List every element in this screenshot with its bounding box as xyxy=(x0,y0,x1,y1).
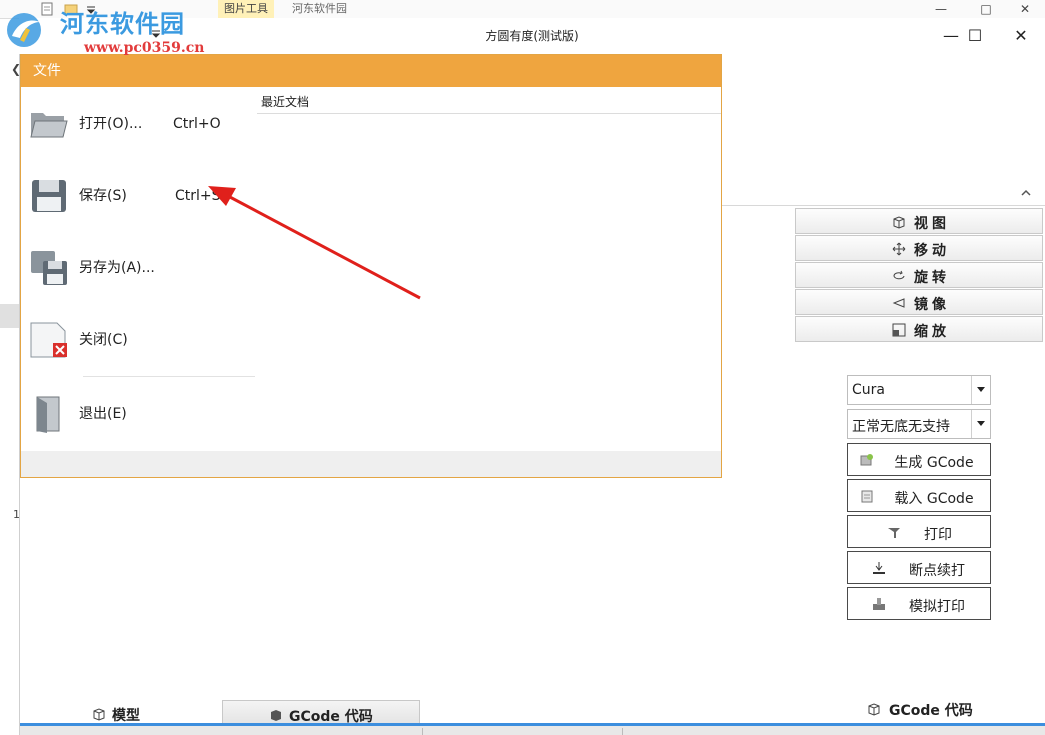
menu-item-open[interactable]: 打开(O)... Ctrl+O xyxy=(21,95,257,153)
menu-item-save-shortcut: Ctrl+S xyxy=(175,188,221,204)
file-menu-footer xyxy=(21,451,721,477)
outer-maximize-button[interactable]: □ xyxy=(966,0,1006,18)
cube-icon xyxy=(868,703,880,716)
mirror-button-label: 镜像 xyxy=(914,297,950,313)
menu-item-save-as-label: 另存为(A)... xyxy=(79,260,155,276)
file-menu-panel: 文件 打开(O)... Ctrl+O 保存(S) Ctrl+S 另存为(A)..… xyxy=(20,54,722,478)
rotate-button[interactable]: 旋转 xyxy=(795,262,1043,288)
print-button[interactable]: 打印 xyxy=(847,515,991,548)
scale-icon xyxy=(892,323,906,337)
file-menu-header: 文件 xyxy=(21,55,721,87)
outer-minimize-button[interactable]: — xyxy=(921,0,961,18)
slicer-select[interactable]: Cura xyxy=(847,375,991,405)
close-document-icon xyxy=(30,322,67,358)
menu-item-close-label: 关闭(C) xyxy=(79,332,128,348)
menu-item-exit-label: 退出(E) xyxy=(79,406,127,422)
menu-item-open-label: 打开(O)... xyxy=(79,116,143,132)
move-button-label: 移动 xyxy=(914,243,950,259)
menu-item-save[interactable]: 保存(S) Ctrl+S xyxy=(21,167,257,225)
load-gcode-label: 载入 GCode xyxy=(894,491,974,507)
floppy-disk-icon xyxy=(32,180,66,212)
view-button-label: 视图 xyxy=(914,216,950,232)
cube-icon xyxy=(93,708,105,721)
outer-site-name: 河东软件园 xyxy=(292,2,347,15)
tab-gcode-right-label: GCode 代码 xyxy=(889,703,973,719)
chevron-down-icon[interactable] xyxy=(971,376,990,404)
cube-icon xyxy=(271,710,281,721)
status-divider xyxy=(422,728,423,735)
print-label: 打印 xyxy=(924,527,952,543)
simulate-print-label: 模拟打印 xyxy=(909,599,965,615)
menu-item-open-shortcut: Ctrl+O xyxy=(173,116,221,132)
close-button[interactable]: ✕ xyxy=(1001,22,1041,50)
folder-open-icon xyxy=(30,113,68,138)
rotate-button-label: 旋转 xyxy=(914,270,950,286)
resume-print-label: 断点续打 xyxy=(909,563,965,579)
mirror-icon xyxy=(892,298,905,308)
menu-item-save-label: 保存(S) xyxy=(79,188,127,204)
menu-item-exit[interactable]: 退出(E) xyxy=(21,385,257,443)
outer-close-button[interactable]: ✕ xyxy=(1005,0,1045,18)
watermark-url: www.pc0359.cn xyxy=(84,40,205,56)
status-bar xyxy=(20,726,1045,735)
picture-tools-tab[interactable]: 图片工具 xyxy=(218,0,274,18)
slicer-select-value: Cura xyxy=(852,382,885,398)
profile-select-value: 正常无底无支持 xyxy=(852,419,950,435)
generate-gcode-button[interactable]: 生成 GCode xyxy=(847,443,991,476)
ribbon-divider xyxy=(722,205,1045,206)
menu-separator xyxy=(83,376,255,377)
status-divider xyxy=(622,728,623,735)
menu-item-save-as[interactable]: 另存为(A)... xyxy=(21,239,257,297)
profile-select[interactable]: 正常无底无支持 xyxy=(847,409,991,439)
tab-model-label: 模型 xyxy=(112,708,140,724)
tab-gcode-right[interactable]: GCode 代码 xyxy=(795,696,1045,724)
resume-print-button[interactable]: 断点续打 xyxy=(847,551,991,584)
left-panel-fragment xyxy=(0,304,19,328)
mirror-button[interactable]: 镜像 xyxy=(795,289,1043,315)
chevron-down-icon[interactable] xyxy=(971,410,990,438)
scale-button[interactable]: 缩放 xyxy=(795,316,1043,342)
watermark-logo-icon xyxy=(7,13,41,47)
watermark-title: 河东软件园 xyxy=(60,10,185,38)
generate-gcode-label: 生成 GCode xyxy=(894,455,974,471)
move-button[interactable]: 移动 xyxy=(795,235,1043,261)
left-number-fragment: 1 xyxy=(13,508,20,521)
cube-view-icon xyxy=(893,216,905,229)
maximize-button[interactable]: ☐ xyxy=(955,22,995,50)
recent-documents-title: 最近文档 xyxy=(261,95,310,109)
recent-documents-divider xyxy=(257,113,721,114)
load-gcode-button[interactable]: 载入 GCode xyxy=(847,479,991,512)
view-button[interactable]: 视图 xyxy=(795,208,1043,234)
menu-item-close[interactable]: 关闭(C) xyxy=(21,311,257,369)
simulate-print-button[interactable]: 模拟打印 xyxy=(847,587,991,620)
move-arrows-icon xyxy=(892,242,906,256)
ribbon-collapse-chevron-icon[interactable] xyxy=(1020,188,1034,200)
exit-door-icon xyxy=(36,396,60,433)
scale-button-label: 缩放 xyxy=(914,324,950,340)
rotate-icon xyxy=(893,270,905,280)
save-as-icon xyxy=(31,251,67,285)
